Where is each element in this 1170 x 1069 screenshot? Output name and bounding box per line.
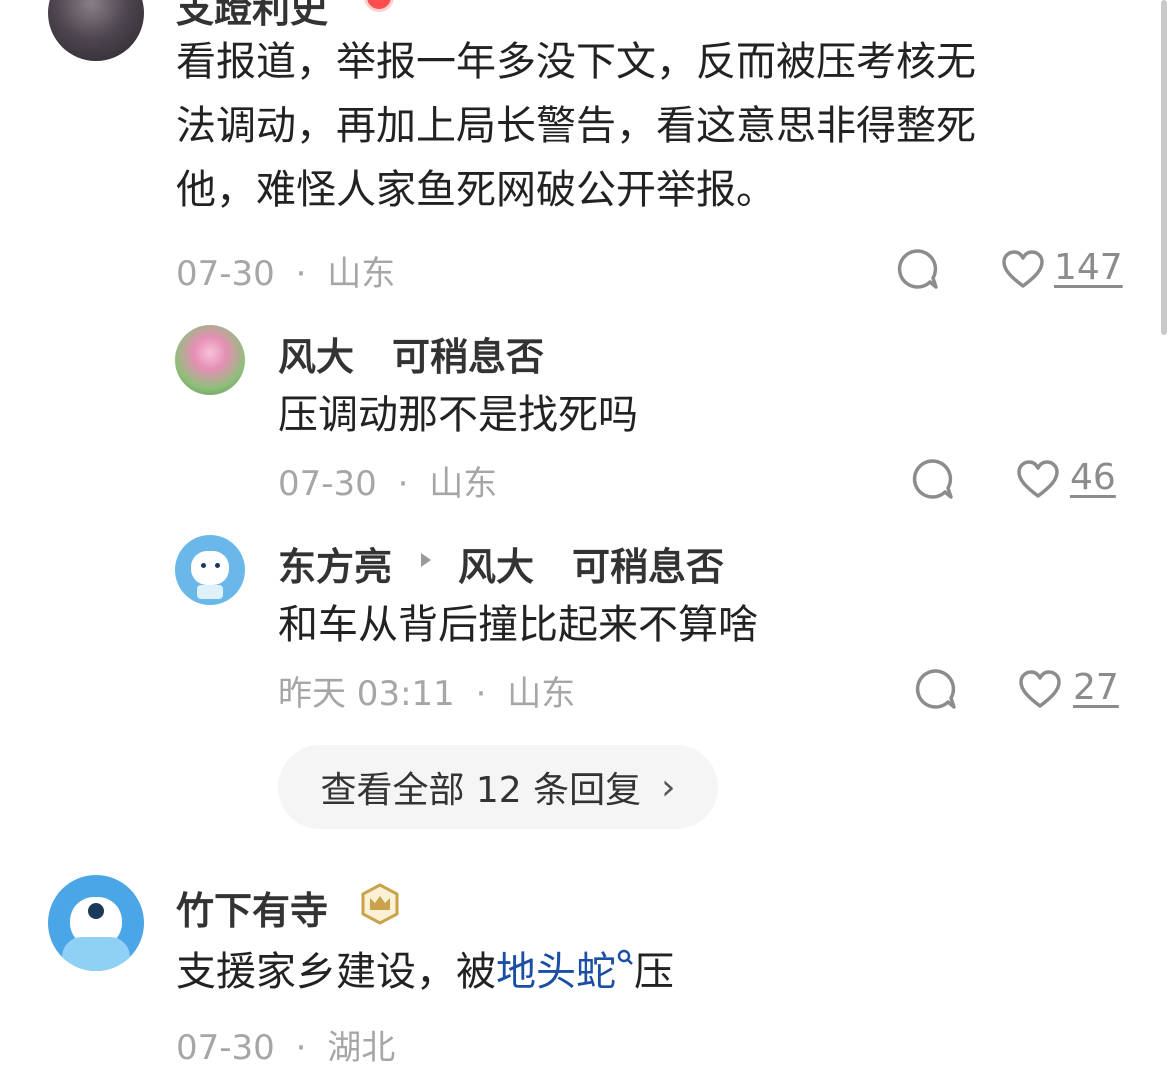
reply-text: 压调动那不是找死吗 [278,392,638,438]
heart-icon[interactable] [1001,249,1045,289]
comment-date: 07-30 [176,254,275,294]
search-icon [617,949,633,965]
reply-username[interactable]: 风大 可稍息否 [278,326,544,381]
reply-arrow-icon [421,553,431,567]
reply-date: 昨天 03:11 [278,674,455,714]
comment-location: 湖北 [327,1028,396,1068]
comment-text-line: 他，难怪人家鱼死网破公开举报。 [176,167,776,213]
heart-icon[interactable] [1016,459,1060,499]
reply-to-username[interactable]: 风大 可稍息否 [458,536,724,591]
avatar[interactable] [175,535,245,605]
reply-text: 和车从背后撞比起来不算啥 [278,602,758,648]
comment-location: 山东 [327,254,396,294]
search-keyword-link[interactable]: 地头蛇 [496,949,634,995]
reply-location: 山东 [429,464,498,504]
meta-separator: · [397,464,409,504]
comment-meta: 07-30 · 湖北 [176,1020,395,1069]
like-count[interactable]: 27 [1073,667,1119,708]
meta-separator: · [475,674,487,714]
view-all-replies-label: 查看全部 12 条回复 [320,770,642,811]
comment-bubble-icon[interactable] [896,247,940,291]
comment-text-suffix: 压 [634,949,674,995]
reply-location: 山东 [507,674,576,714]
username[interactable]: 支蹬利史 [176,0,328,33]
comment-bubble-icon[interactable] [911,457,955,501]
heart-icon[interactable] [1018,669,1062,709]
like-count[interactable]: 46 [1070,457,1116,498]
comment-date: 07-30 [176,1028,275,1068]
reply-meta: 07-30 · 山东 [278,456,497,505]
view-all-replies-button[interactable]: 查看全部 12 条回复 › [278,745,718,829]
like-count[interactable]: 147 [1054,247,1123,288]
comment-text-line: 看报道，举报一年多没下文，反而被压考核无 [176,39,976,85]
reply-date: 07-30 [278,464,377,504]
avatar[interactable] [48,875,144,971]
comment-bubble-icon[interactable] [914,667,958,711]
avatar[interactable] [48,0,144,61]
reply-meta: 昨天 03:11 · 山东 [278,666,575,715]
username[interactable]: 竹下有寺 [176,880,328,935]
comment-meta: 07-30 · 山东 [176,246,395,295]
comment-text: 支援家乡建设，被地头蛇压 [176,940,674,1004]
keyword-text: 地头蛇 [496,949,616,995]
meta-separator: · [295,1028,307,1068]
scrollbar[interactable] [1161,0,1167,335]
reply-username[interactable]: 东方亮 [278,536,392,591]
comment-text-line: 法调动，再加上局长警告，看这意思非得整死 [176,103,976,149]
crown-badge-icon [361,883,399,925]
avatar[interactable] [175,325,245,395]
meta-separator: · [295,254,307,294]
chevron-right-icon: › [661,766,676,808]
red-badge-icon [364,0,394,12]
comment-text-prefix: 支援家乡建设，被 [176,949,496,995]
